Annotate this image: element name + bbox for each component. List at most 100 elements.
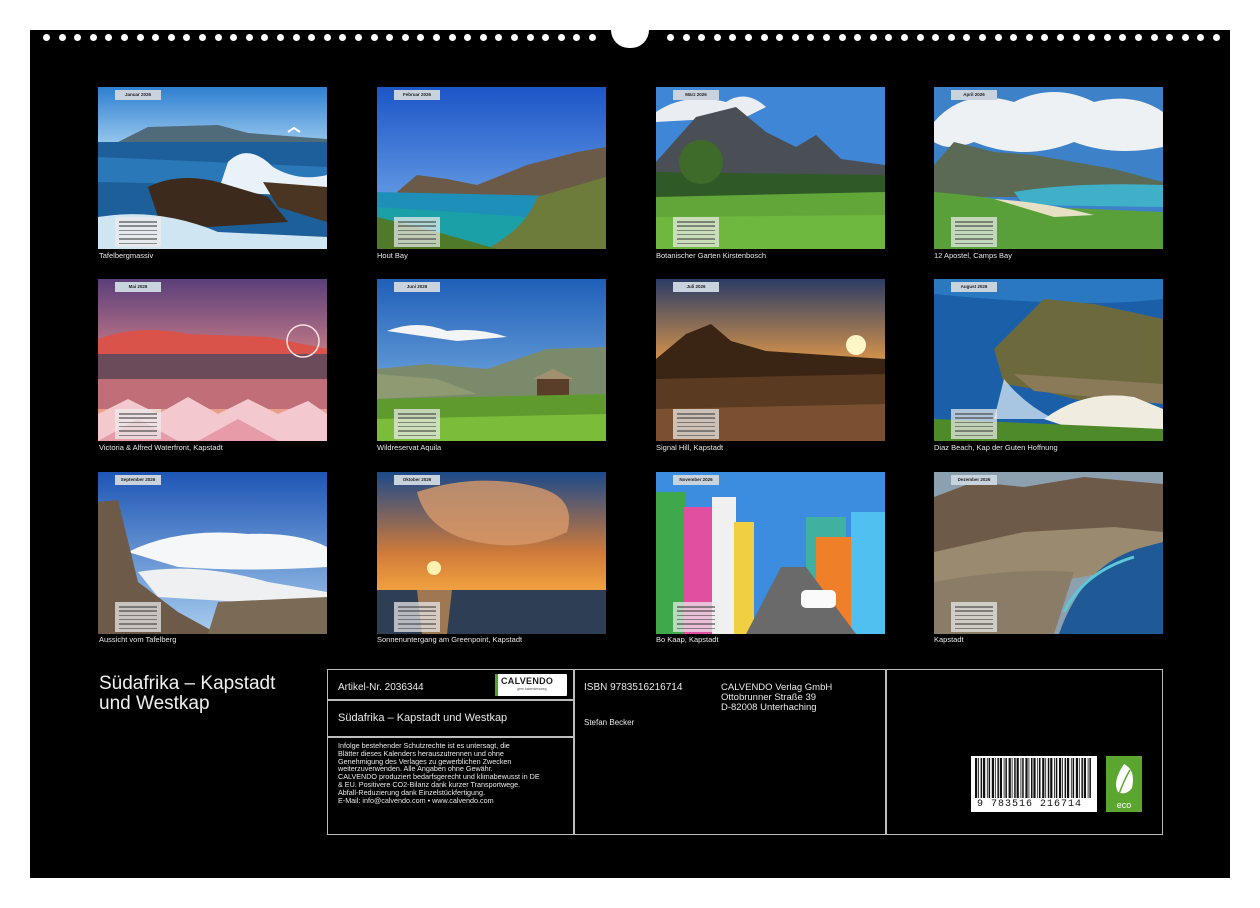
photo-caption: Signal Hill, Kapstadt bbox=[656, 443, 724, 452]
barcode-bars bbox=[975, 758, 1091, 798]
photo-caption: Kapstadt bbox=[934, 635, 964, 644]
binding-hole bbox=[916, 34, 924, 41]
binding-hole bbox=[901, 34, 908, 41]
eco-label: eco bbox=[1116, 800, 1132, 810]
mini-calendar bbox=[673, 602, 719, 632]
isbn: ISBN 9783516216714 bbox=[584, 682, 683, 693]
binding-hole bbox=[292, 34, 300, 41]
publisher-line: D-82008 Unterhaching bbox=[721, 702, 817, 713]
photo-caption: Aussicht vom Tafelberg bbox=[99, 635, 177, 644]
binding-hole bbox=[885, 34, 893, 41]
binding-hole bbox=[838, 34, 846, 41]
product-title: Südafrika – Kapstadt und Westkap bbox=[338, 712, 508, 724]
binding-hole bbox=[370, 34, 378, 41]
month-thumbnail-october[interactable]: Oktober 2026 bbox=[377, 472, 606, 634]
calendar-title: Südafrika – Kapstadt und Westkap bbox=[99, 674, 319, 714]
binding-hole bbox=[745, 34, 752, 41]
binding-hole bbox=[713, 34, 721, 41]
binding-hole bbox=[667, 34, 674, 41]
month-thumbnail-march[interactable]: März 2026 bbox=[656, 87, 885, 249]
month-label: Mai 2026 bbox=[115, 282, 161, 292]
month-thumbnail-february[interactable]: Februar 2026 bbox=[377, 87, 606, 249]
binding-hole bbox=[74, 34, 82, 41]
photo-caption: Wildreservat Aquila bbox=[377, 443, 442, 452]
binding-hole bbox=[277, 34, 284, 41]
article-number: Artikel-Nr. 2036344 bbox=[338, 682, 424, 693]
month-thumbnail-may[interactable]: Mai 2026 bbox=[98, 279, 327, 441]
mini-calendar bbox=[951, 409, 997, 439]
photo-caption: Botanischer Garten Kirstenbosch bbox=[656, 251, 767, 260]
binding-hole bbox=[1181, 34, 1189, 41]
publisher-info-box: Artikel-Nr. 2036344 CALVENDO gern kalend… bbox=[327, 669, 1163, 835]
binding-hole bbox=[464, 34, 472, 41]
divider bbox=[328, 699, 573, 701]
logo-accent bbox=[495, 674, 498, 696]
legal-line: E-Mail: info@calvendo.com • www.calvendo… bbox=[338, 795, 494, 805]
photo-caption: Sonnenuntergang am Greenpoint, Kapstadt bbox=[377, 635, 523, 644]
binding-hole bbox=[495, 34, 503, 41]
month-label: April 2026 bbox=[951, 90, 997, 100]
divider bbox=[885, 670, 887, 834]
binding-hole bbox=[1150, 34, 1158, 41]
binding-hole bbox=[947, 34, 955, 41]
month-thumbnail-june[interactable]: Juni 2026 bbox=[377, 279, 606, 441]
month-label: Februar 2026 bbox=[394, 90, 440, 100]
mini-calendar bbox=[394, 409, 440, 439]
binding-hole bbox=[823, 34, 830, 41]
binding-hole bbox=[760, 34, 768, 41]
month-label: August 2026 bbox=[951, 282, 997, 292]
binding-hole bbox=[807, 34, 815, 41]
photo-caption: Bo Kaap, Kapstadt bbox=[656, 635, 719, 644]
binding-hole bbox=[682, 34, 690, 41]
binding-hole bbox=[557, 34, 565, 41]
binding-hole bbox=[401, 34, 409, 41]
isbn-barcode: 9 783516 216714 bbox=[971, 756, 1097, 812]
binding-hole bbox=[1119, 34, 1127, 41]
binding-hole bbox=[121, 34, 128, 41]
binding-hole bbox=[542, 34, 550, 41]
author: Stefan Becker bbox=[584, 718, 635, 727]
photo-caption: Tafelbergmassiv bbox=[99, 251, 154, 260]
binding-hole bbox=[698, 34, 706, 41]
binding-hole bbox=[261, 34, 269, 41]
binding-hole bbox=[511, 34, 518, 41]
binding-hole bbox=[245, 34, 253, 41]
month-thumbnail-november[interactable]: November 2026 bbox=[656, 472, 885, 634]
month-thumbnail-september[interactable]: September 2026 bbox=[98, 472, 327, 634]
binding-hole bbox=[1135, 34, 1142, 41]
photo-caption: Victoria & Alfred Waterfront, Kapstadt bbox=[99, 443, 223, 452]
month-label: Juli 2026 bbox=[673, 282, 719, 292]
month-label: Juni 2026 bbox=[394, 282, 440, 292]
mini-calendar bbox=[394, 217, 440, 247]
month-thumbnail-april[interactable]: April 2026 bbox=[934, 87, 1163, 249]
month-thumbnail-january[interactable]: Januar 2026 bbox=[98, 87, 327, 249]
binding-hole bbox=[89, 34, 97, 41]
month-thumbnail-july[interactable]: Juli 2026 bbox=[656, 279, 885, 441]
binding-hole bbox=[791, 34, 799, 41]
month-thumbnail-december[interactable]: Dezember 2026 bbox=[934, 472, 1163, 634]
month-thumbnail-august[interactable]: August 2026 bbox=[934, 279, 1163, 441]
binding-hole bbox=[729, 34, 737, 41]
binding-hole bbox=[58, 34, 66, 41]
mini-calendar bbox=[115, 217, 161, 247]
binding-hole bbox=[183, 34, 191, 41]
eco-badge: eco bbox=[1106, 756, 1142, 812]
mini-calendar bbox=[951, 602, 997, 632]
binding-hole bbox=[214, 34, 222, 41]
binding-hole bbox=[323, 34, 331, 41]
binding-hole bbox=[1025, 34, 1033, 41]
binding-hole bbox=[776, 34, 784, 41]
binding-hole bbox=[105, 34, 113, 41]
binding-hole bbox=[448, 34, 456, 41]
binding-hole bbox=[1072, 34, 1080, 41]
photo-caption: 12 Apostel, Camps Bay bbox=[934, 251, 1012, 260]
binding-hole bbox=[1088, 34, 1096, 41]
binding-hole bbox=[1010, 34, 1018, 41]
binding-hole bbox=[994, 34, 1002, 41]
binding-hole bbox=[152, 34, 160, 41]
binding-hole bbox=[589, 34, 596, 41]
mini-calendar bbox=[115, 409, 161, 439]
binding-hole bbox=[1057, 34, 1064, 41]
month-label: Januar 2026 bbox=[115, 90, 161, 100]
photo-caption: Hout Bay bbox=[377, 251, 408, 260]
